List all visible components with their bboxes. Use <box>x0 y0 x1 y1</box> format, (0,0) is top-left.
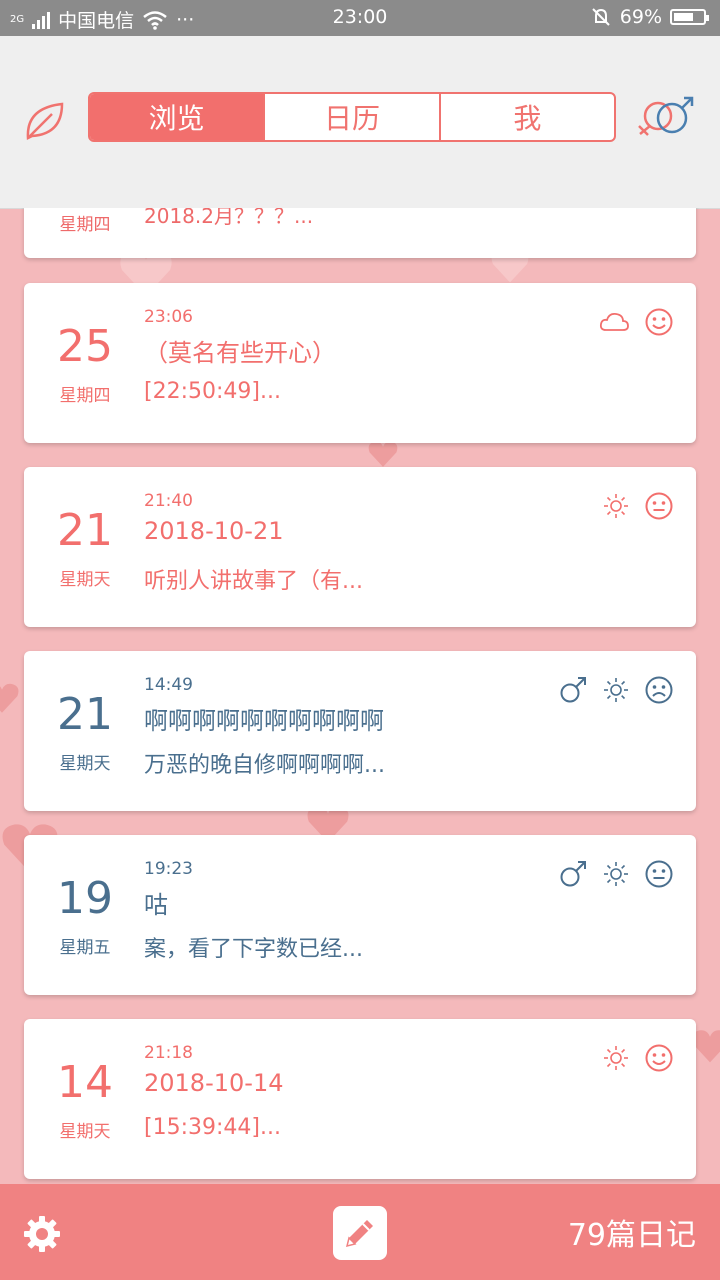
entry-day: 19 <box>57 873 113 924</box>
entry-icons <box>602 1043 674 1073</box>
entry-title: （莫名有些开心） <box>144 339 336 367</box>
new-entry-button[interactable] <box>333 1206 387 1260</box>
heart-decoration <box>368 441 398 467</box>
entry-snippet: 案，看了下字数已经... <box>144 937 363 962</box>
neutral-face-icon <box>644 859 674 889</box>
entry-count: 79篇日记 <box>567 1218 696 1253</box>
entry-weekday: 星期天 <box>59 754 111 774</box>
settings-gear-icon[interactable] <box>22 1214 62 1254</box>
entry-time: 21:40 <box>144 491 193 511</box>
diary-feed[interactable]: 星期四 2018.2月？？？... 25 星期四 23:06 （莫名有些开心） [22:… <box>0 208 720 1184</box>
diary-card[interactable]: 21 星期天 14:49 啊啊啊啊啊啊啊啊啊啊 万恶的晚自修啊啊啊啊... <box>24 651 696 811</box>
entry-title: 啊啊啊啊啊啊啊啊啊啊 <box>144 707 384 735</box>
male-icon <box>558 675 588 705</box>
cloudy-icon <box>598 310 630 334</box>
sun-icon <box>602 492 630 520</box>
entry-time: 14:49 <box>144 675 193 695</box>
entry-snippet: 2018.2月？？？... <box>144 208 314 228</box>
tab-bar: 浏览 日历 我 <box>88 92 616 142</box>
bell-muted-icon <box>592 8 610 26</box>
battery-icon <box>670 9 709 25</box>
tab-browse[interactable]: 浏览 <box>90 94 266 140</box>
entry-day: 21 <box>57 505 113 556</box>
status-bar: 2G 中国电信 ··· 23:00 69% <box>0 0 720 36</box>
sun-icon <box>602 676 630 704</box>
diary-card[interactable]: 19 星期五 19:23 咕案，看了下字数已经... <box>24 835 696 995</box>
status-right: 69% <box>590 6 709 28</box>
entry-weekday: 星期天 <box>59 1122 111 1142</box>
entry-weekday: 星期四 <box>59 386 111 406</box>
entry-day: 14 <box>57 1057 113 1108</box>
entry-day: 25 <box>57 321 113 372</box>
entry-time: 23:06 <box>144 307 193 327</box>
gender-switch-icon[interactable] <box>634 94 698 142</box>
sun-icon <box>602 860 630 888</box>
sun-icon <box>602 1044 630 1072</box>
happy-face-icon <box>644 1043 674 1073</box>
tab-calendar[interactable]: 日历 <box>265 94 441 140</box>
entry-icons <box>558 859 674 889</box>
neutral-face-icon <box>644 491 674 521</box>
entry-title: 2018-10-14 <box>144 1069 284 1097</box>
diary-card[interactable]: 14 星期天 21:18 2018-10-14 [15:39:44]... <box>24 1019 696 1179</box>
bottom-bar: 79篇日记 <box>0 1184 720 1280</box>
entry-title: 咕 <box>144 891 168 919</box>
entry-snippet: 听别人讲故事了（有... <box>144 569 363 594</box>
tab-me[interactable]: 我 <box>441 94 614 140</box>
entry-icons <box>602 491 674 521</box>
entry-snippet: 万恶的晚自修啊啊啊啊... <box>144 753 385 778</box>
happy-face-icon <box>644 307 674 337</box>
entry-snippet: [15:39:44]... <box>144 1115 281 1140</box>
diary-card[interactable]: 25 星期四 23:06 （莫名有些开心） [22:50:49]... <box>24 283 696 443</box>
entry-snippet: [22:50:49]... <box>144 379 281 404</box>
diary-card[interactable]: 21 星期天 21:40 2018-10-21 听别人讲故事了（有... <box>24 467 696 627</box>
male-icon <box>558 859 588 889</box>
entry-icons <box>558 675 674 705</box>
diary-card-partial[interactable]: 星期四 2018.2月？？？... <box>24 208 696 258</box>
battery-percent: 69% <box>619 6 662 28</box>
entry-weekday: 星期五 <box>59 938 111 958</box>
sad-face-icon <box>644 675 674 705</box>
entry-day: 21 <box>57 689 113 740</box>
pencil-icon <box>345 1220 373 1248</box>
heart-decoration <box>0 683 19 713</box>
entry-weekday: 星期四 <box>59 215 111 235</box>
entry-weekday: 星期天 <box>59 570 111 590</box>
entry-time: 19:23 <box>144 859 193 879</box>
leaf-icon[interactable] <box>22 98 68 144</box>
app-header: 浏览 日历 我 <box>0 36 720 209</box>
entry-icons <box>598 307 674 337</box>
entry-time: 21:18 <box>144 1043 193 1063</box>
entry-title: 2018-10-21 <box>144 517 284 545</box>
